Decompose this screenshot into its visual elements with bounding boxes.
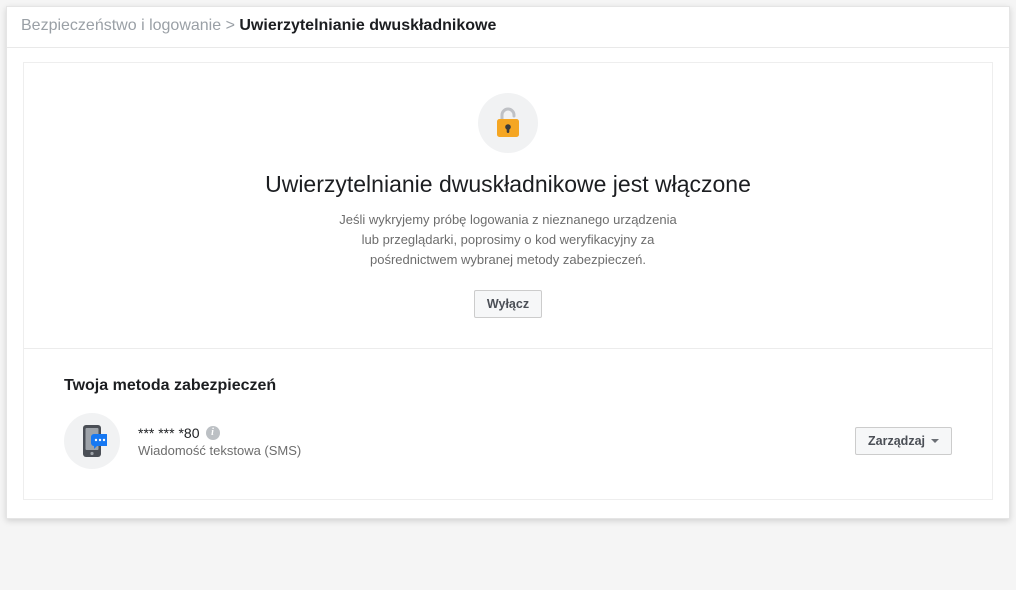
security-method-section: Twoja metoda zabezpieczeń: [64, 377, 952, 469]
content-panel: Uwierzytelnianie dwuskładnikowe jest włą…: [23, 62, 993, 500]
chevron-down-icon: [931, 439, 939, 443]
method-type-label: Wiadomość tekstowa (SMS): [138, 443, 837, 458]
masked-phone-number: *** *** *80: [138, 425, 200, 441]
disable-button[interactable]: Wyłącz: [474, 290, 542, 318]
info-icon[interactable]: i: [206, 426, 220, 440]
divider: [24, 348, 992, 349]
lock-icon: [478, 93, 538, 153]
security-method-row: *** *** *80 i Wiadomość tekstowa (SMS) Z…: [64, 413, 952, 469]
hero-description: Jeśli wykryjemy próbę logowania z niezna…: [338, 210, 678, 270]
breadcrumb-current: Uwierzytelnianie dwuskładnikowe: [239, 17, 496, 34]
settings-card: Bezpieczeństwo i logowanie > Uwierzyteln…: [6, 6, 1010, 519]
breadcrumb: Bezpieczeństwo i logowanie > Uwierzyteln…: [7, 7, 1009, 48]
breadcrumb-parent[interactable]: Bezpieczeństwo i logowanie: [21, 17, 221, 34]
breadcrumb-separator: >: [226, 17, 235, 34]
phone-sms-icon: [64, 413, 120, 469]
hero-title: Uwierzytelnianie dwuskładnikowe jest włą…: [64, 171, 952, 198]
manage-button-label: Zarządzaj: [868, 434, 925, 448]
hero-section: Uwierzytelnianie dwuskładnikowe jest włą…: [64, 93, 952, 348]
method-text: *** *** *80 i Wiadomość tekstowa (SMS): [138, 425, 837, 458]
section-title: Twoja metoda zabezpieczeń: [64, 377, 952, 395]
manage-button[interactable]: Zarządzaj: [855, 427, 952, 455]
